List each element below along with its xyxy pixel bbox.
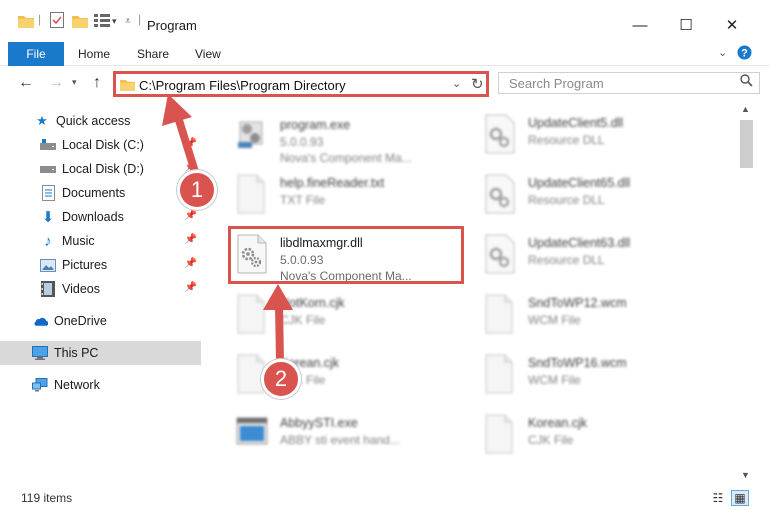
details-view-icon[interactable]: ☷ [709, 490, 727, 506]
status-bar: 119 items ☷ ▦ [0, 484, 769, 521]
arrow-2 [263, 284, 293, 366]
item-count: 119 items [21, 491, 73, 505]
callout-1: 1 [177, 170, 217, 210]
callout-2: 2 [261, 359, 301, 399]
arrow-1 [162, 94, 200, 179]
large-icons-view-icon[interactable]: ▦ [731, 490, 749, 506]
annotation-arrows [162, 94, 293, 366]
